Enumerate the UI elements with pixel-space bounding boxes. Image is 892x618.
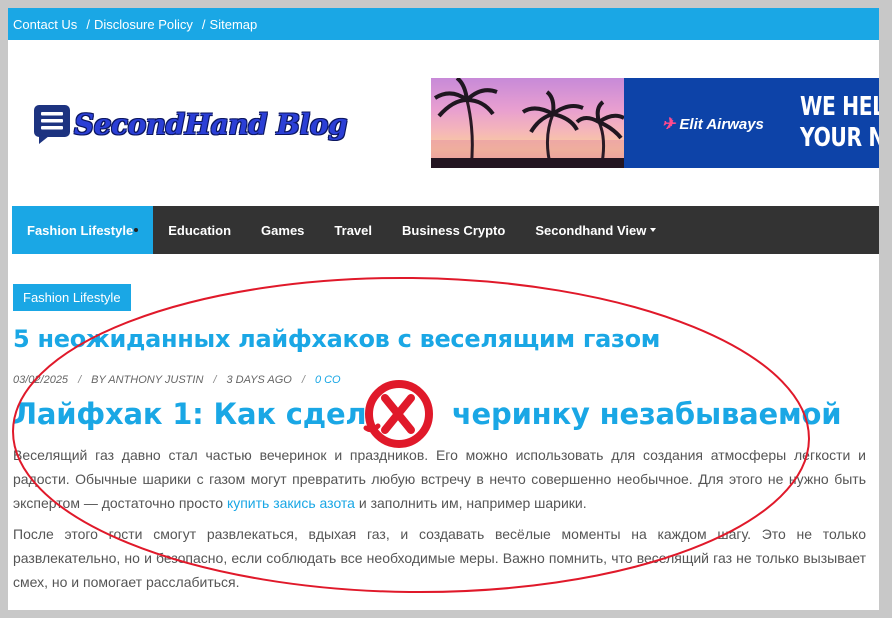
chevron-down-icon xyxy=(650,228,657,232)
post-time-ago: 3 DAYS AGO xyxy=(226,374,292,386)
section-heading: Лайфхак 1: Как сдела черинку незабываемой xyxy=(13,397,866,431)
article: Fashion Lifestyle 5 неожиданных лайфхако… xyxy=(13,284,866,594)
section-heading-right: черинку незабываемой xyxy=(451,397,842,431)
contact-us-link[interactable]: Contact Us xyxy=(13,17,77,32)
nav-item-education[interactable]: Education xyxy=(153,206,246,254)
section-heading-left: Лайфхак 1: Как сдела xyxy=(13,397,386,431)
paragraph-1-end: и заполнить им, например шарики. xyxy=(354,495,587,511)
nav-item-label: Fashion Lifestyle xyxy=(27,222,134,238)
topbar-separator: / xyxy=(86,16,90,32)
banner-promo-panel: ✈ Elit Airways WE HELP YOUR N xyxy=(624,78,879,168)
nav-item-travel[interactable]: Travel xyxy=(319,206,387,254)
nav-item-label: Travel xyxy=(334,222,373,238)
nav-item-fashion-lifestyle[interactable]: Fashion Lifestyle xyxy=(12,206,154,254)
buy-nitrous-oxide-link[interactable]: купить закись азота xyxy=(227,495,355,511)
disclosure-policy-link[interactable]: Disclosure Policy xyxy=(94,17,193,32)
topbar-separator: / xyxy=(201,16,206,32)
post-meta: 03/02/2025 / BY ANTHONY JUSTIN / 3 DAYS … xyxy=(13,374,866,386)
top-bar: Contact Us / Disclosure Policy / Sitemap xyxy=(8,8,879,40)
paragraph-1: Веселящий газ давно стал частью вечерино… xyxy=(13,443,866,515)
category-badge[interactable]: Fashion Lifestyle xyxy=(13,284,131,311)
airline-brand: ✈ Elit Airways xyxy=(662,114,764,134)
nav-item-business-crypto[interactable]: Business Crypto xyxy=(387,206,520,254)
post-author[interactable]: BY ANTHONY JUSTIN xyxy=(91,374,203,386)
active-dot-icon xyxy=(134,228,139,232)
meta-separator: / xyxy=(301,374,305,386)
promo-text: WE HELP YOUR N xyxy=(800,92,879,154)
chat-menu-icon xyxy=(33,103,71,145)
post-title[interactable]: 5 неожиданных лайфхаков с веселящим газо… xyxy=(13,325,866,353)
nav-item-label: Secondhand View xyxy=(535,222,647,238)
promo-line-2: YOUR N xyxy=(800,123,879,153)
main-navigation: Fashion Lifestyle Education Games Travel… xyxy=(12,206,879,254)
nav-item-secondhand-view[interactable]: Secondhand View xyxy=(520,206,671,254)
comments-link[interactable]: 0 CO xyxy=(315,374,341,386)
logo-text: SecondHand Blog xyxy=(74,107,348,141)
paragraph-2: После этого гости смогут развлекаться, в… xyxy=(13,526,866,590)
post-date[interactable]: 03/02/2025 xyxy=(13,374,68,386)
airline-name: Elit Airways xyxy=(679,115,764,133)
page: Contact Us / Disclosure Policy / Sitemap… xyxy=(8,8,879,610)
nav-item-label: Education xyxy=(168,222,232,238)
ad-banner[interactable]: ✈ Elit Airways WE HELP YOUR N xyxy=(431,78,879,168)
promo-line-1: WE HELP xyxy=(800,92,879,122)
palm-trees-image xyxy=(431,78,625,168)
nav-item-games[interactable]: Games xyxy=(246,206,319,254)
sitemap-link[interactable]: Sitemap xyxy=(210,17,258,32)
nav-item-label: Games xyxy=(261,222,305,238)
meta-separator: / xyxy=(78,374,82,386)
airline-logo-icon: ✈ xyxy=(662,116,676,133)
meta-separator: / xyxy=(213,374,217,386)
site-header: SecondHand Blog ✈ Elit Airways WE HE YOU… xyxy=(8,40,879,206)
site-logo[interactable]: SecondHand Blog xyxy=(33,103,348,145)
nav-item-label: Business Crypto xyxy=(402,222,506,238)
